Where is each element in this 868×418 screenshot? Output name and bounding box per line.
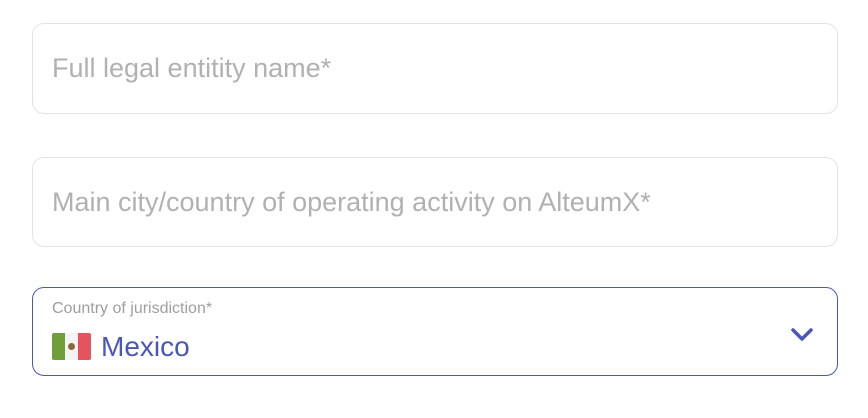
mexico-flag-icon <box>52 333 91 360</box>
jurisdiction-label: Country of jurisdiction* <box>52 300 213 317</box>
chevron-down-icon[interactable] <box>791 328 813 342</box>
legal-name-input[interactable] <box>33 24 837 113</box>
operating-location-input[interactable] <box>33 158 837 246</box>
jurisdiction-select[interactable]: Country of jurisdiction* Mexico <box>32 287 838 376</box>
entity-form: Country of jurisdiction* Mexico <box>0 0 868 418</box>
jurisdiction-selected-value: Mexico <box>101 331 190 362</box>
legal-name-field[interactable] <box>32 23 838 114</box>
operating-location-field[interactable] <box>32 157 838 247</box>
